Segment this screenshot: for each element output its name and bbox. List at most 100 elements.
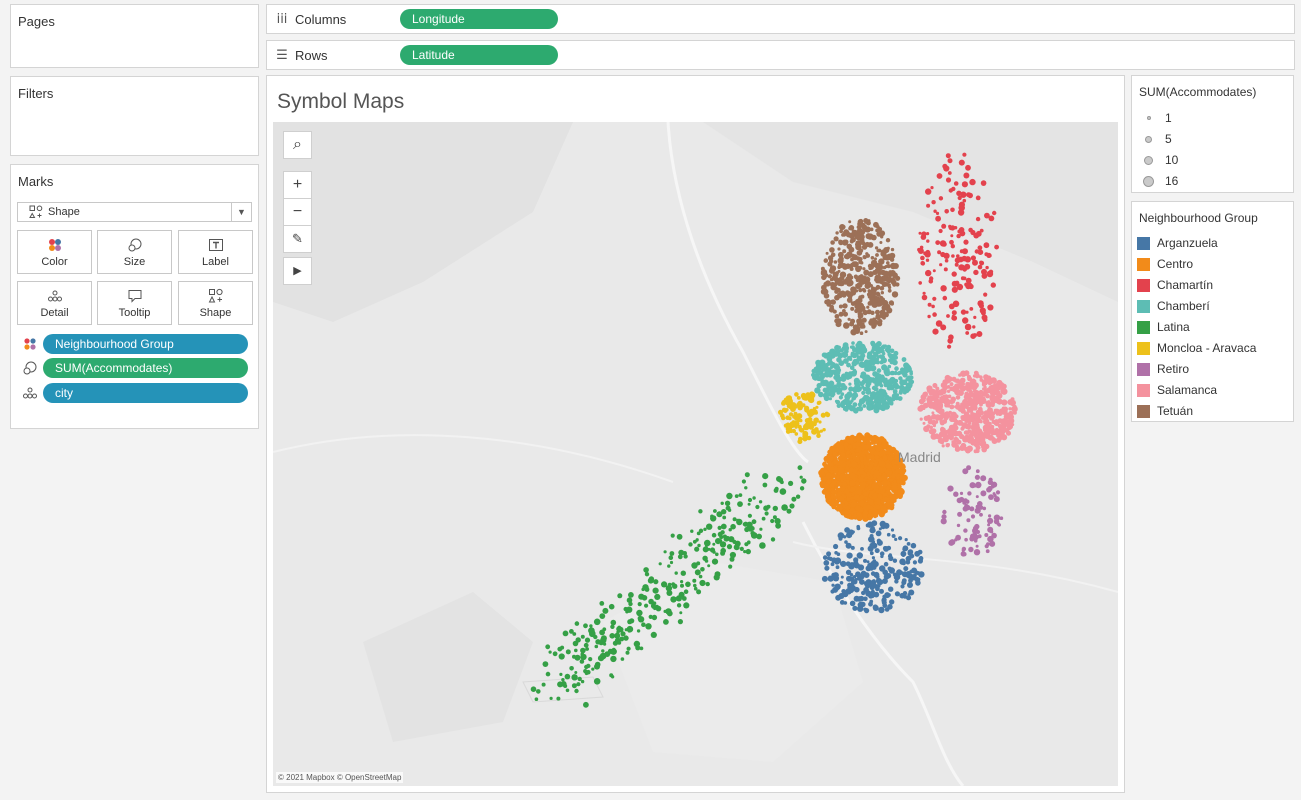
map-point[interactable] <box>720 523 727 530</box>
map-point[interactable] <box>848 386 854 392</box>
map-point[interactable] <box>859 331 864 335</box>
map-point[interactable] <box>843 322 850 329</box>
map-point[interactable] <box>918 231 922 235</box>
map-point[interactable] <box>833 236 839 242</box>
map-point[interactable] <box>858 257 863 262</box>
map-point[interactable] <box>862 376 866 380</box>
map-point[interactable] <box>899 396 903 400</box>
map-point[interactable] <box>884 369 891 377</box>
map-point[interactable] <box>620 657 625 661</box>
map-point[interactable] <box>997 423 1002 428</box>
map-point[interactable] <box>609 633 615 639</box>
map-point[interactable] <box>870 256 875 260</box>
map-point[interactable] <box>822 555 828 560</box>
map-point[interactable] <box>707 547 711 551</box>
neighbourhood-group-pill[interactable]: Neighbourhood Group <box>43 334 248 354</box>
map-point[interactable] <box>966 518 971 523</box>
map-point[interactable] <box>836 507 840 512</box>
map-point[interactable] <box>564 673 571 680</box>
map-point[interactable] <box>704 539 711 547</box>
latitude-pill[interactable]: Latitude <box>400 45 558 65</box>
map-point[interactable] <box>927 314 931 319</box>
map-point[interactable] <box>1001 434 1008 441</box>
map-point[interactable] <box>959 249 964 254</box>
map-point[interactable] <box>979 260 985 266</box>
map-point[interactable] <box>869 534 874 538</box>
map-point[interactable] <box>946 314 950 318</box>
map-point[interactable] <box>878 258 885 265</box>
map-point[interactable] <box>600 635 607 642</box>
map-point[interactable] <box>840 252 844 256</box>
map-point[interactable] <box>636 629 641 633</box>
map-point[interactable] <box>897 465 902 469</box>
map-point[interactable] <box>706 523 713 530</box>
map-point[interactable] <box>891 353 896 358</box>
map-point[interactable] <box>975 469 980 474</box>
map-point[interactable] <box>980 475 987 482</box>
map-point[interactable] <box>963 385 969 391</box>
map-point[interactable] <box>677 619 683 625</box>
map-point[interactable] <box>818 420 822 424</box>
map-point[interactable] <box>781 504 788 511</box>
map-point[interactable] <box>881 507 888 514</box>
map-point[interactable] <box>864 280 872 288</box>
map-point[interactable] <box>837 247 841 251</box>
map-point[interactable] <box>900 475 905 480</box>
map-point[interactable] <box>593 678 601 685</box>
map-point[interactable] <box>957 511 963 517</box>
map-point[interactable] <box>867 466 873 471</box>
map-point[interactable] <box>881 357 887 364</box>
map-point[interactable] <box>571 683 577 689</box>
map-point[interactable] <box>857 564 865 571</box>
map-point[interactable] <box>773 488 779 493</box>
map-point[interactable] <box>674 571 678 575</box>
map-point[interactable] <box>917 549 923 555</box>
map-point[interactable] <box>956 439 962 445</box>
map-point[interactable] <box>860 485 866 491</box>
map-point[interactable] <box>558 653 565 660</box>
map-point[interactable] <box>935 211 940 215</box>
map-point[interactable] <box>949 400 954 404</box>
map-point[interactable] <box>576 682 581 687</box>
map-point[interactable] <box>951 314 955 318</box>
map-point[interactable] <box>879 565 886 572</box>
map-point[interactable] <box>931 200 936 205</box>
map-point[interactable] <box>644 603 649 608</box>
map-point[interactable] <box>882 594 886 599</box>
map-point[interactable] <box>855 278 860 282</box>
map-point[interactable] <box>906 542 911 546</box>
map-point[interactable] <box>1008 407 1012 411</box>
size-legend-item[interactable]: 10 <box>1140 151 1178 169</box>
map-point[interactable] <box>861 390 866 395</box>
map-point[interactable] <box>772 505 778 512</box>
map-point[interactable] <box>720 547 726 554</box>
map-point[interactable] <box>817 400 822 405</box>
map-point[interactable] <box>864 487 869 491</box>
map-point[interactable] <box>894 384 900 390</box>
map-point[interactable] <box>940 426 945 432</box>
map-point[interactable] <box>629 618 635 624</box>
map-point[interactable] <box>761 516 766 521</box>
map-point[interactable] <box>591 667 595 671</box>
map-point[interactable] <box>891 484 898 491</box>
map-point[interactable] <box>977 249 984 255</box>
map-point[interactable] <box>789 503 795 509</box>
map-point[interactable] <box>851 452 856 458</box>
map-point[interactable] <box>939 414 944 419</box>
map-point[interactable] <box>719 534 724 540</box>
map-point[interactable] <box>926 203 931 208</box>
map-point[interactable] <box>889 270 896 277</box>
map-point[interactable] <box>799 486 805 491</box>
map-point[interactable] <box>973 484 977 488</box>
map-point[interactable] <box>608 648 615 655</box>
map-point[interactable] <box>867 499 874 505</box>
map-point[interactable] <box>793 411 798 416</box>
map-point[interactable] <box>696 531 701 536</box>
zoom-out-icon[interactable]: − <box>283 198 312 226</box>
map-point[interactable] <box>835 365 841 371</box>
map-point[interactable] <box>966 416 974 423</box>
map-point[interactable] <box>678 549 685 556</box>
map-point[interactable] <box>935 406 941 413</box>
map-point[interactable] <box>845 375 851 380</box>
map-point[interactable] <box>712 550 716 554</box>
